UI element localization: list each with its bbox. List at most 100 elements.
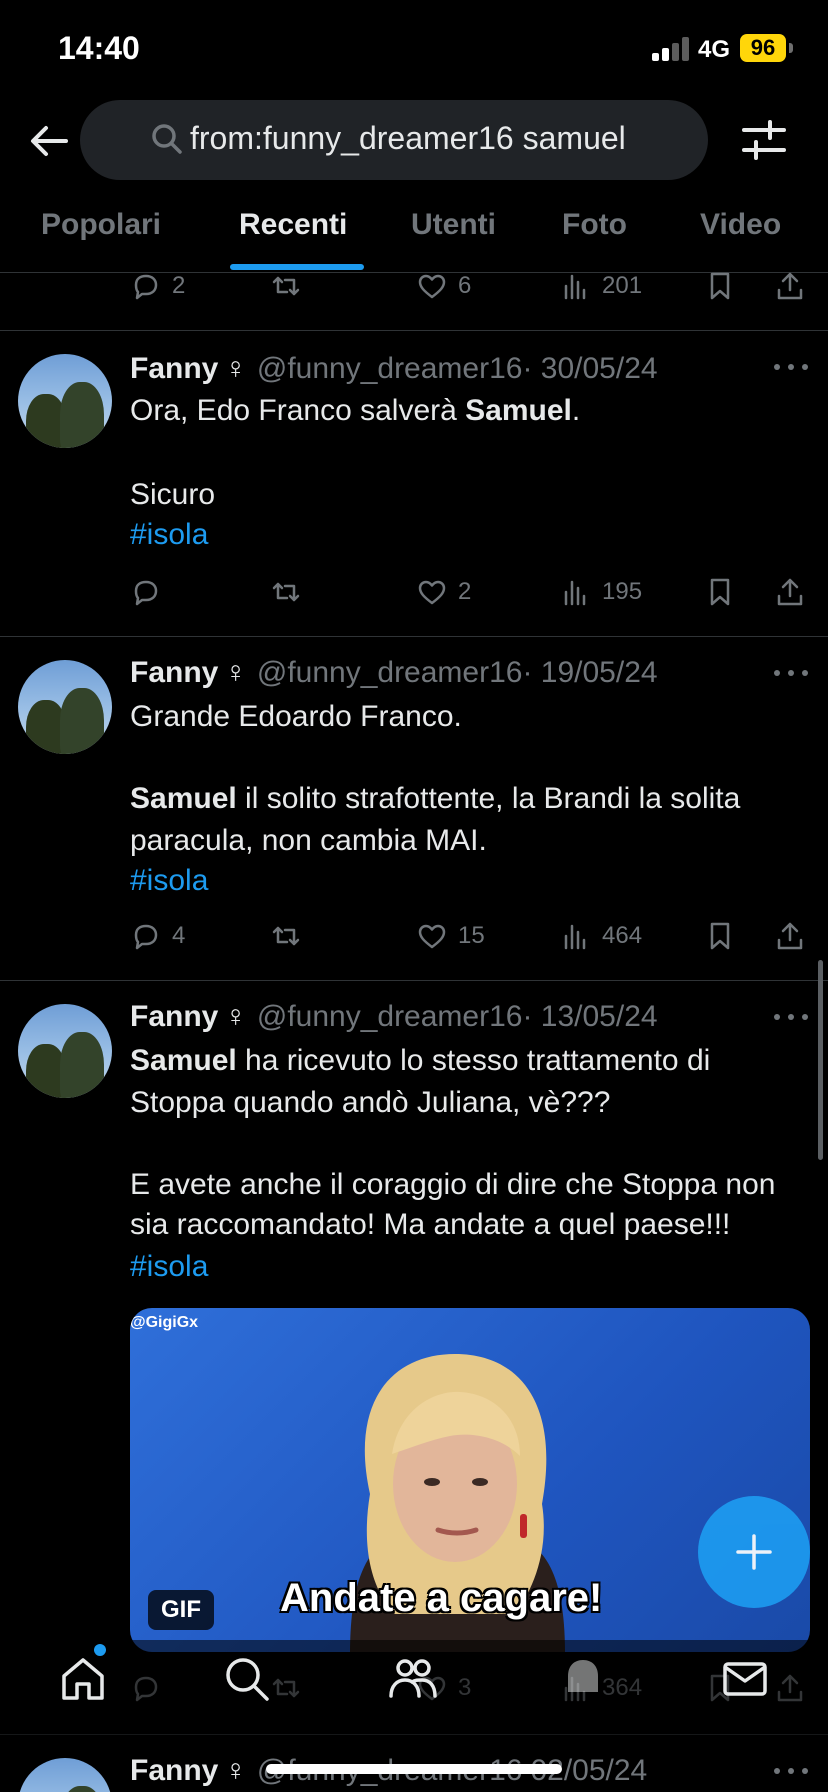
- bottom-navigation: [0, 1640, 828, 1740]
- hashtag-link[interactable]: #isola: [130, 1250, 208, 1284]
- heart-icon: [418, 580, 446, 605]
- tab-video[interactable]: Video: [700, 208, 781, 242]
- share-button[interactable]: [774, 266, 816, 306]
- battery-icon: 96: [740, 34, 786, 62]
- tweet-header: Fanny ♀ @funny_dreamer16· 13/05/24: [130, 1000, 658, 1034]
- gender-symbol: ♀: [224, 1000, 247, 1033]
- search-bar[interactable]: from:funny_dreamer16 samuel: [80, 100, 708, 180]
- author-handle[interactable]: @funny_dreamer16: [257, 1000, 523, 1033]
- tab-popolari[interactable]: Popolari: [41, 208, 161, 242]
- avatar[interactable]: [18, 1758, 112, 1792]
- retweet-icon: [272, 276, 300, 296]
- compose-button[interactable]: [698, 1496, 810, 1608]
- more-options-icon[interactable]: [774, 1768, 810, 1778]
- search-icon[interactable]: [222, 1654, 272, 1704]
- tweet-text-line: Sicuro: [130, 478, 216, 511]
- like-count: 6: [458, 272, 472, 299]
- like-count: 2: [458, 578, 472, 605]
- network-type: 4G: [698, 36, 731, 63]
- home-indicator[interactable]: [266, 1764, 562, 1774]
- share-button[interactable]: [774, 572, 816, 612]
- tweet-header: Fanny ♀ @funny_dreamer16· 30/05/24: [130, 352, 658, 386]
- home-icon[interactable]: [58, 1654, 108, 1704]
- status-time: 14:40: [58, 30, 140, 66]
- retweet-button[interactable]: [270, 916, 312, 956]
- reply-icon: [134, 274, 158, 300]
- tweet-text-line: paracula, non cambia MAI.: [130, 824, 487, 857]
- retweet-icon: [272, 582, 300, 602]
- tab-utenti[interactable]: Utenti: [411, 208, 496, 242]
- retweet-button[interactable]: [270, 266, 312, 306]
- more-options-icon[interactable]: [774, 670, 810, 680]
- communities-icon[interactable]: [388, 1654, 438, 1704]
- author-name[interactable]: Fanny: [130, 656, 218, 689]
- tweet-text-line: Samuel il solito strafottente, la Brandi…: [130, 782, 741, 815]
- tweet-divider: [0, 330, 828, 331]
- author-name[interactable]: Fanny: [130, 1000, 218, 1033]
- reply-icon: [134, 924, 158, 950]
- bookmark-icon: [710, 922, 730, 950]
- tweet-header: Fanny ♀ @funny_dreamer16· 19/05/24: [130, 656, 658, 690]
- status-bar: 14:40 4G 96: [0, 0, 828, 100]
- author-handle[interactable]: @funny_dreamer16: [257, 352, 523, 385]
- tweet-text-line: sia raccomandato! Ma andate a quel paese…: [130, 1208, 731, 1241]
- author-handle[interactable]: @funny_dreamer16: [257, 656, 523, 689]
- tweet-date: · 13/05/24: [522, 1000, 658, 1033]
- views-button[interactable]: 201: [560, 266, 642, 306]
- tweet-actions: 4 15 464: [130, 916, 810, 956]
- plus-icon: [736, 1534, 772, 1570]
- hashtag-link[interactable]: #isola: [130, 518, 208, 552]
- share-icon: [777, 272, 803, 300]
- views-icon: [564, 580, 586, 606]
- bookmark-button[interactable]: [704, 266, 746, 306]
- notifications-icon[interactable]: [558, 1654, 608, 1704]
- search-input[interactable]: from:funny_dreamer16 samuel: [190, 120, 626, 157]
- tab-recenti[interactable]: Recenti: [239, 208, 347, 242]
- tweet-date: · 19/05/24: [522, 656, 658, 689]
- gif-media[interactable]: @GigiGx Andate a cagare! GIF: [130, 1308, 810, 1652]
- more-options-icon[interactable]: [774, 364, 810, 374]
- reply-count: 4: [172, 922, 186, 949]
- bookmark-button[interactable]: [704, 572, 746, 612]
- heart-icon: [418, 924, 446, 949]
- retweet-button[interactable]: [270, 572, 312, 612]
- author-name[interactable]: Fanny: [130, 352, 218, 385]
- views-icon: [564, 274, 586, 300]
- views-count: 195: [602, 578, 643, 605]
- home-notification-dot: [94, 1644, 106, 1656]
- more-options-icon[interactable]: [774, 1014, 810, 1024]
- reply-count: 2: [172, 272, 186, 299]
- gif-caption: Andate a cagare!: [280, 1576, 603, 1620]
- messages-icon[interactable]: [720, 1654, 770, 1704]
- like-button[interactable]: 6: [416, 266, 471, 306]
- reply-button[interactable]: 4: [130, 916, 185, 956]
- tweet-date: · 30/05/24: [522, 352, 658, 385]
- views-button[interactable]: 464: [560, 916, 642, 956]
- retweet-icon: [272, 926, 300, 946]
- gender-symbol: ♀: [224, 1754, 247, 1787]
- scrollbar[interactable]: [818, 960, 823, 1160]
- search-tabs: Popolari Recenti Utenti Foto Video: [0, 196, 828, 272]
- like-button[interactable]: 15: [416, 916, 485, 956]
- tweet-actions: 2 195: [130, 572, 810, 612]
- avatar[interactable]: [18, 660, 112, 754]
- like-button[interactable]: 2: [416, 572, 471, 612]
- tweet-text-line: E avete anche il coraggio di dire che St…: [130, 1168, 776, 1201]
- bookmark-button[interactable]: [704, 916, 746, 956]
- gender-symbol: ♀: [224, 352, 247, 385]
- avatar[interactable]: [18, 1004, 112, 1098]
- sliders-icon[interactable]: [740, 116, 788, 164]
- views-button[interactable]: 195: [560, 572, 642, 612]
- reply-icon: [134, 580, 158, 606]
- hashtag-link[interactable]: #isola: [130, 864, 208, 898]
- arrow-left-icon[interactable]: [26, 118, 72, 164]
- views-icon: [564, 924, 586, 950]
- share-button[interactable]: [774, 916, 816, 956]
- bookmark-icon: [710, 272, 730, 300]
- reply-button[interactable]: 2: [130, 266, 185, 306]
- author-name[interactable]: Fanny: [130, 1754, 218, 1787]
- reply-button[interactable]: [130, 572, 172, 612]
- avatar[interactable]: [18, 354, 112, 448]
- tab-foto[interactable]: Foto: [562, 208, 627, 242]
- battery-tip: [789, 43, 793, 53]
